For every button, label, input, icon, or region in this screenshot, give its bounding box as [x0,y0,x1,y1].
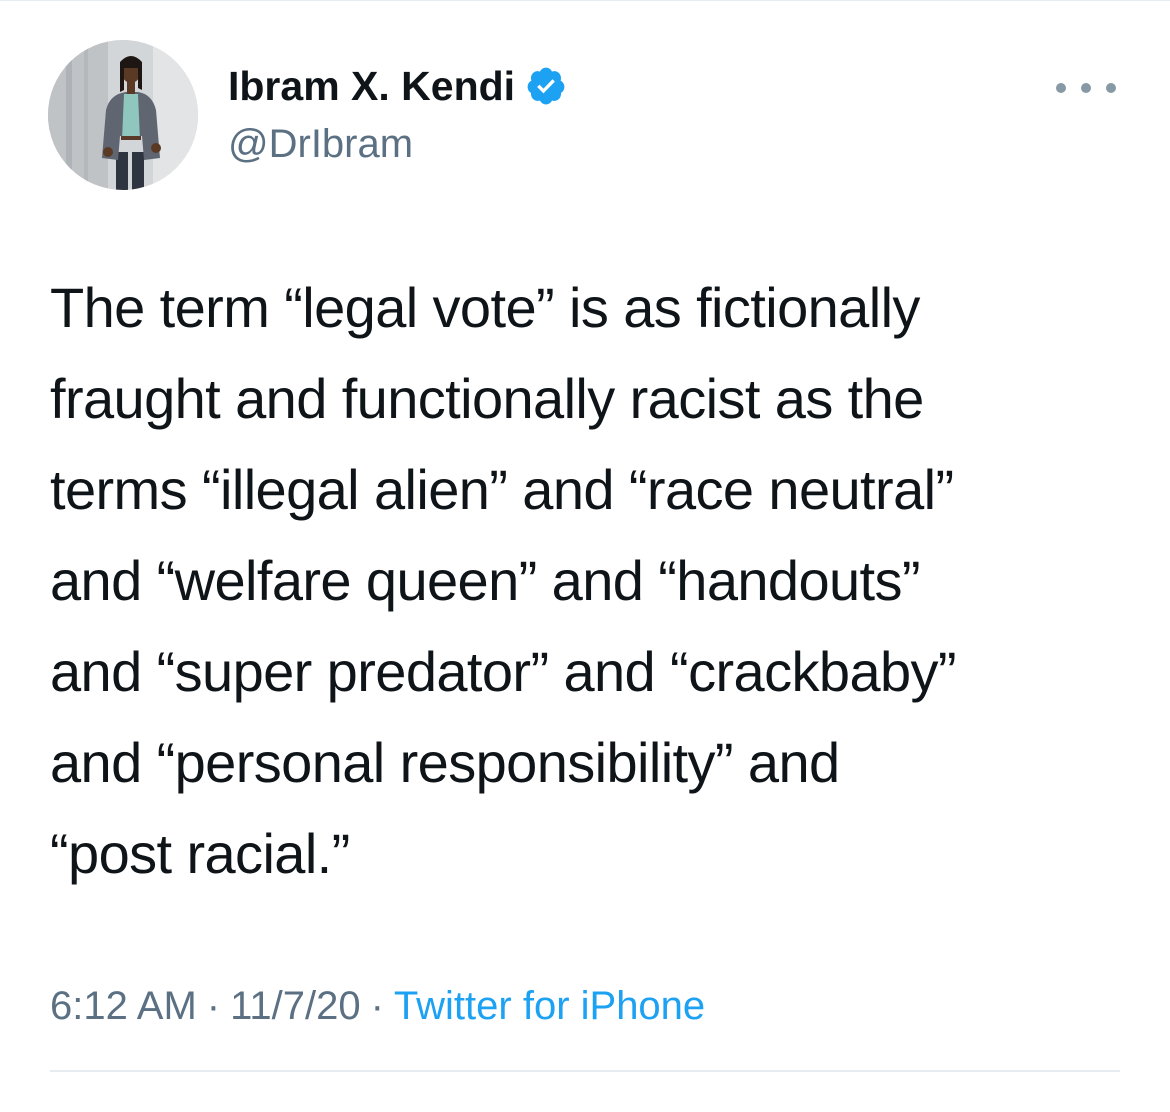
tweet-text-line: The term “legal vote” is as fictionally [50,276,920,339]
profile-photo-icon [48,40,198,190]
tweet-text-line: and “super predator” and “crackbaby” [50,640,957,703]
tweet-source-link[interactable]: Twitter for iPhone [394,984,705,1028]
verified-badge-icon [525,65,567,107]
bottom-divider [50,1070,1120,1072]
meta-separator: · [206,984,221,1028]
more-dot-icon [1081,83,1091,93]
tweet-text-line: “post racial.” [50,822,350,885]
avatar[interactable] [48,40,198,190]
author-block: Ibram X. Kendi @DrIbram [228,60,567,170]
handle[interactable]: @DrIbram [228,118,567,170]
display-name[interactable]: Ibram X. Kendi [228,60,515,112]
tweet-text-line: fraught and functionally racist as the [50,367,924,430]
more-options-button[interactable] [1056,76,1116,100]
name-row: Ibram X. Kendi [228,60,567,112]
tweet-text: The term “legal vote” is as fictionally … [50,262,1130,899]
tweet-date[interactable]: 11/7/20 [230,984,361,1028]
meta-separator: · [370,984,384,1028]
tweet-text-line: terms “illegal alien” and “race neutral” [50,458,954,521]
more-dot-icon [1056,83,1066,93]
tweet-text-line: and “welfare queen” and “handouts” [50,549,921,612]
more-dot-icon [1106,83,1116,93]
tweet-card: Ibram X. Kendi @DrIbram The term “legal … [0,0,1170,1112]
tweet-time[interactable]: 6:12 AM [50,984,197,1028]
tweet-text-line: and “personal responsibility” and [50,731,840,794]
tweet-meta: 6:12 AM · 11/7/20 · Twitter for iPhone [50,978,705,1034]
